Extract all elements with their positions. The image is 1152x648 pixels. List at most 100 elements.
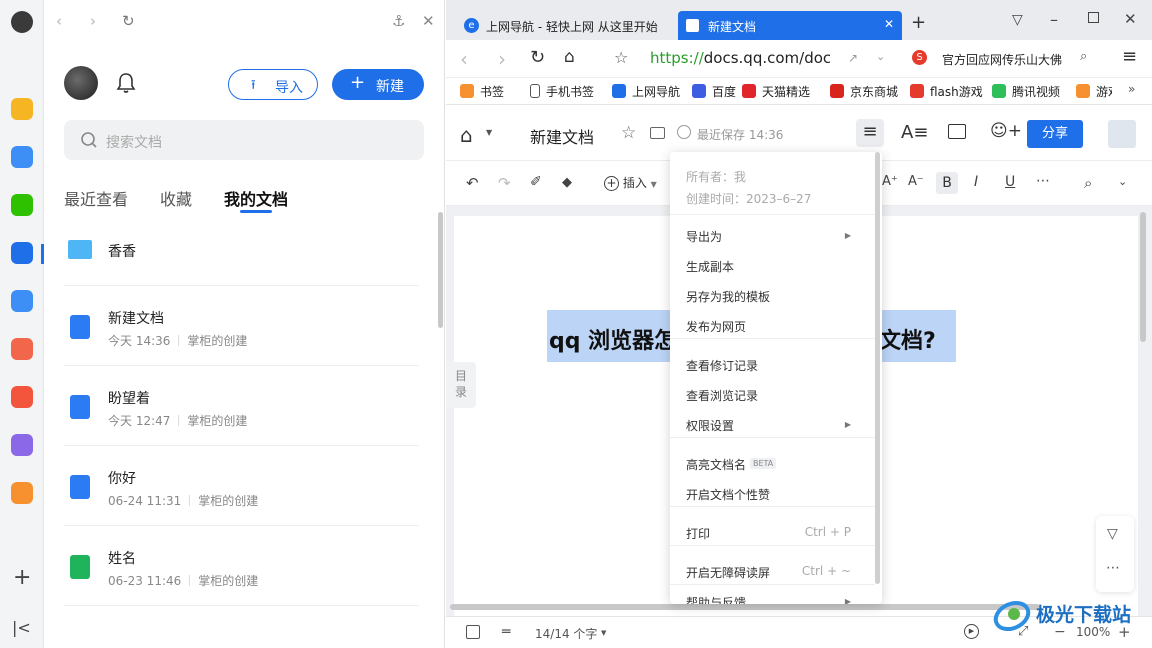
bookmark-item[interactable]: 百度 [692,83,736,100]
more-icon[interactable]: ⋯ [1036,173,1050,189]
home-icon[interactable]: ⌂ [564,47,575,67]
redo-icon[interactable]: ↷ [498,174,511,192]
doc-menu-icon[interactable]: ≡ [856,119,884,147]
italic-icon[interactable]: I [974,174,978,190]
play-icon[interactable]: ▶ [964,624,979,639]
menu-item[interactable]: 查看浏览记录 [670,379,875,409]
present-icon[interactable] [948,124,966,139]
edit-app-icon[interactable] [11,434,33,456]
doc-list-item[interactable]: 新建文档 今天 14:36 掌柜的创建 [64,286,419,366]
outline-icon[interactable] [466,625,480,639]
favorite-star-icon[interactable]: ☆ [621,123,636,143]
chevron-down-icon[interactable]: ▼ [486,128,492,137]
menu-item[interactable]: 导出为 ▶ [670,220,875,250]
doc-list-item[interactable]: 你好 06-24 11:31 掌柜的创建 [64,446,419,526]
pin-icon[interactable]: ⚓ [392,12,405,30]
home-docs-icon[interactable]: ⌂ [460,123,473,147]
back-icon[interactable]: ‹ [460,47,468,71]
close-panel-icon[interactable]: ✕ [422,12,435,30]
browser-tab[interactable]: e 上网导航 - 轻快上网 从这里开始 [456,10,676,40]
clock-app-icon[interactable] [11,146,33,168]
bookmark-item[interactable]: 天猫精选 [742,83,810,100]
bookmark-item[interactable]: 腾讯视频 [992,83,1060,100]
shirt-icon[interactable]: ▽ [1012,12,1023,28]
pdf-app-icon[interactable] [11,386,33,408]
menu-item[interactable]: 生成副本 [670,250,875,280]
eraser-icon[interactable]: ◆ [562,175,572,190]
star-bookmark-icon[interactable]: ☆ [614,48,628,67]
new-tab-icon[interactable]: + [911,12,926,33]
share-button[interactable]: 分享 [1027,120,1083,148]
search-engine-box[interactable]: S 官方回应网传乐山大佛 ⌕ [910,48,1100,70]
forward-arrow-icon[interactable]: › [90,12,96,30]
bookmark-item[interactable]: 游戏 [1076,83,1112,100]
find-icon[interactable]: ⌕ [1084,174,1092,192]
forward-icon[interactable]: › [498,47,506,71]
bell-icon[interactable] [116,72,136,94]
insert-button[interactable]: + 插入 ▼ [604,174,657,191]
new-button[interactable]: + 新建 [332,69,424,100]
format-painter-icon[interactable]: ✐ [530,174,542,190]
menu-item[interactable]: 权限设置 ▶ [670,409,875,439]
search-input[interactable]: 搜索文档 [64,120,424,160]
bookmark-item[interactable]: flash游戏 [910,83,983,100]
user-thumbnail[interactable] [1108,120,1136,148]
refresh-icon[interactable]: ↻ [122,12,135,30]
cloud-app-icon[interactable] [11,290,33,312]
wechat-app-icon[interactable] [11,194,33,216]
menu-item[interactable]: 开启文档个性赞 [670,478,875,508]
url-field[interactable]: https://docs.qq.com/doc/D [650,49,830,69]
skin-shirt-icon[interactable]: ▽ [1107,526,1118,542]
dropdown-icon[interactable]: ⌄ [876,50,885,63]
font-size-up-icon[interactable]: A⁺ [882,174,898,189]
font-size-down-icon[interactable]: A⁻ [908,174,924,189]
share-page-icon[interactable]: ↗ [848,51,858,65]
folder-row[interactable]: 香香 [64,206,419,286]
import-button[interactable]: ⭱ 导入 [228,69,318,100]
minimize-icon[interactable]: – [1050,10,1058,29]
bookmark-item[interactable]: 书签 [460,83,504,100]
word-count[interactable]: 14/14 个字 [535,625,597,642]
chevron-down-icon[interactable]: ▼ [601,629,606,637]
collapse-rail-icon[interactable]: |< [12,618,31,637]
translate-app-icon[interactable] [11,338,33,360]
doc-list-item[interactable]: 姓名 06-23 11:46 掌柜的创建 [64,526,419,606]
bookmark-item[interactable]: 上网导航 [612,83,680,100]
close-window-icon[interactable]: ✕ [1124,10,1137,28]
back-arrow-icon[interactable]: ‹ [56,12,62,30]
collapse-toolbar-icon[interactable]: ⌄ [1118,175,1127,188]
plane-app-icon[interactable] [11,242,33,264]
bookmark-item[interactable]: 京东商城 [830,83,898,100]
browser-tab-active[interactable]: 新建文档 ✕ [678,11,902,40]
more-bookmarks-icon[interactable]: » [1128,82,1135,96]
underline-icon[interactable]: U [1005,174,1015,190]
menu-item[interactable]: 高亮文档名 BETA [670,448,875,478]
add-app-icon[interactable]: + [13,567,31,589]
move-folder-icon[interactable] [650,127,665,139]
menu-item[interactable]: 查看修订记录 [670,349,875,379]
undo-icon[interactable]: ↶ [466,174,479,192]
menu-hamburger-icon[interactable]: ≡ [1122,46,1137,67]
maximize-icon[interactable] [1088,12,1099,23]
horizontal-scrollbar[interactable] [450,604,1040,610]
menu-item[interactable]: 帮助与反馈 ▶ [670,586,875,604]
page-scrollbar[interactable] [1140,212,1146,342]
star-app-icon[interactable] [11,98,33,120]
doc-title[interactable]: 新建文档 [530,124,594,148]
user-avatar[interactable] [11,11,33,33]
menu-item[interactable]: 另存为我的模板 [670,280,875,310]
doc-list-item[interactable]: 盼望着 今天 12:47 掌柜的创建 [64,366,419,446]
page-layout-icon[interactable]: ═ [502,624,510,640]
toc-toggle[interactable]: 目录 [446,362,476,408]
close-tab-icon[interactable]: ✕ [884,17,894,31]
reload-icon[interactable]: ↻ [530,47,545,68]
profile-avatar[interactable] [64,66,98,100]
menu-item[interactable]: 发布为网页 [670,310,875,340]
search-app-icon[interactable] [11,482,33,504]
menu-item[interactable]: 开启无障碍读屏 Ctrl + ~ [670,556,875,586]
menu-item[interactable]: 打印 Ctrl + P [670,517,875,547]
bookmark-item[interactable]: 手机书签 [530,83,594,100]
more-actions-icon[interactable]: ⋯ [1106,560,1120,576]
panel-scrollbar[interactable] [438,212,443,328]
bold-icon[interactable]: B [936,172,958,194]
